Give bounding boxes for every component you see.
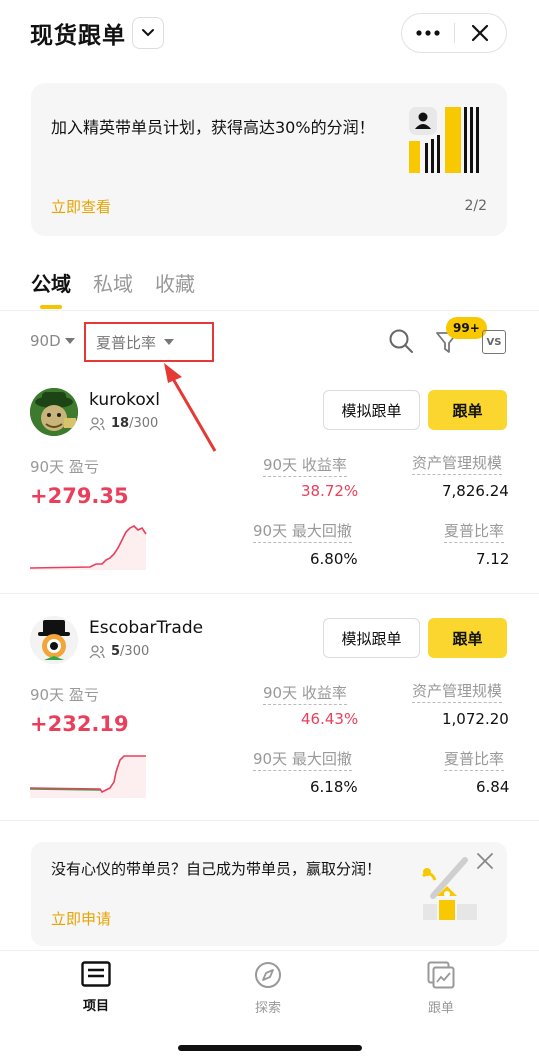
pnl-label: 90天 盈亏 <box>30 686 99 704</box>
trader-tabs: 公域 私域 收藏 <box>31 268 195 309</box>
nav-copy-trading[interactable]: 跟单 <box>401 961 481 1016</box>
aum-label[interactable]: 资产管理规模 <box>412 452 503 475</box>
max-drawdown-label[interactable]: 90天 最大回撤 <box>253 520 352 543</box>
pnl-sparkline <box>30 525 147 570</box>
tab-favorites[interactable]: 收藏 <box>155 268 195 308</box>
avatar[interactable] <box>30 388 78 436</box>
mini-program-capsule <box>401 13 507 53</box>
roi-label[interactable]: 90天 收益率 <box>263 682 347 705</box>
avatar-image <box>30 388 78 436</box>
close-button[interactable] <box>454 14 506 52</box>
copy-trade-button[interactable]: 跟单 <box>428 618 507 658</box>
simulate-copy-button[interactable]: 模拟跟单 <box>323 618 420 658</box>
max-drawdown-label[interactable]: 90天 最大回撤 <box>253 748 352 771</box>
avatar[interactable] <box>30 616 78 664</box>
search-icon[interactable] <box>388 328 414 354</box>
avatar-image <box>30 616 78 664</box>
nav-projects[interactable]: 项目 <box>56 961 136 1014</box>
trader-card[interactable]: EscobarTrade 5/300 模拟跟单 跟单 90天 盈亏 +232.1… <box>0 606 539 820</box>
sharpe-label[interactable]: 夏普比率 <box>444 748 505 771</box>
chart-icon <box>427 961 455 989</box>
banner-view-link[interactable]: 立即查看 <box>51 196 111 217</box>
sharpe-value: 6.84 <box>476 778 510 796</box>
aum-value: 7,826.24 <box>442 482 509 500</box>
trader-name[interactable]: EscobarTrade <box>89 618 203 638</box>
period-dropdown[interactable]: 90D <box>30 332 75 350</box>
sharpe-label[interactable]: 夏普比率 <box>444 520 505 543</box>
pnl-label: 90天 盈亏 <box>30 458 99 476</box>
filter-count-badge: 99+ <box>446 317 487 339</box>
close-icon <box>472 24 489 42</box>
pnl-value: +279.35 <box>30 484 129 508</box>
tab-private[interactable]: 私域 <box>93 268 133 308</box>
roi-value: 46.43% <box>301 710 359 728</box>
users-icon <box>89 644 105 658</box>
nav-label: 项目 <box>82 999 109 1014</box>
header: 现货跟单 <box>0 0 539 70</box>
sharpe-value: 7.12 <box>476 550 510 568</box>
compass-icon <box>255 962 281 988</box>
apply-now-link[interactable]: 立即申请 <box>51 908 111 929</box>
elite-trader-illustration <box>409 107 479 173</box>
follower-current: 18 <box>111 416 130 431</box>
card-divider <box>0 593 539 594</box>
recruit-text: 没有心仪的带单员？自己成为带单员，赢取分润！ <box>51 860 382 878</box>
follower-count: 5/300 <box>89 644 149 659</box>
trader-name[interactable]: kurokoxl <box>89 390 160 410</box>
pnl-sparkline <box>30 755 146 798</box>
become-trader-banner[interactable]: 没有心仪的带单员？自己成为带单员，赢取分润！ 立即申请 <box>31 842 507 946</box>
trader-illustration <box>422 857 477 920</box>
follower-count: 18/300 <box>89 416 158 431</box>
users-icon <box>89 416 105 430</box>
list-icon <box>81 961 111 987</box>
roi-label[interactable]: 90天 收益率 <box>263 454 347 477</box>
sort-label: 夏普比率 <box>96 333 157 352</box>
caret-down-icon <box>164 339 175 345</box>
card-divider <box>0 820 539 821</box>
more-button[interactable] <box>402 14 454 52</box>
home-indicator <box>178 1045 362 1051</box>
page-title: 现货跟单 <box>30 23 126 49</box>
roi-value: 38.72% <box>301 482 359 500</box>
promo-banner[interactable]: 加入精英带单员计划，获得高达30%的分润！ 立即查看 2/2 <box>31 83 507 236</box>
nav-label: 探索 <box>254 1001 281 1016</box>
pnl-value: +232.19 <box>30 712 129 736</box>
follower-max: /300 <box>120 644 150 659</box>
follower-current: 5 <box>111 644 121 659</box>
filter-bar: 90D 夏普比率 99+ VS <box>30 317 508 362</box>
aum-value: 1,072.20 <box>442 710 509 728</box>
chevron-down-icon <box>142 29 154 37</box>
banner-text: 加入精英带单员计划，获得高达30%的分润！ <box>51 118 375 137</box>
max-drawdown-value: 6.18% <box>310 778 358 796</box>
tab-divider <box>0 310 539 311</box>
more-horizontal-icon <box>416 30 440 36</box>
banner-page-indicator: 2/2 <box>464 198 487 214</box>
copy-trade-button[interactable]: 跟单 <box>428 390 507 430</box>
period-label: 90D <box>30 332 61 350</box>
aum-label[interactable]: 资产管理规模 <box>412 680 503 703</box>
caret-down-icon <box>64 338 75 344</box>
follower-max: /300 <box>129 416 159 431</box>
title-dropdown-button[interactable] <box>132 17 164 49</box>
max-drawdown-value: 6.80% <box>310 550 358 568</box>
compare-vs-button[interactable]: VS <box>482 330 506 354</box>
nav-label: 跟单 <box>427 1001 454 1016</box>
simulate-copy-button[interactable]: 模拟跟单 <box>323 390 420 430</box>
nav-explore[interactable]: 探索 <box>228 961 308 1016</box>
bottom-navigation: 项目 探索 跟单 <box>0 950 539 1059</box>
tab-public[interactable]: 公域 <box>31 268 71 309</box>
trader-card[interactable]: kurokoxl 18/300 模拟跟单 跟单 90天 盈亏 +279.35 9… <box>0 378 539 593</box>
